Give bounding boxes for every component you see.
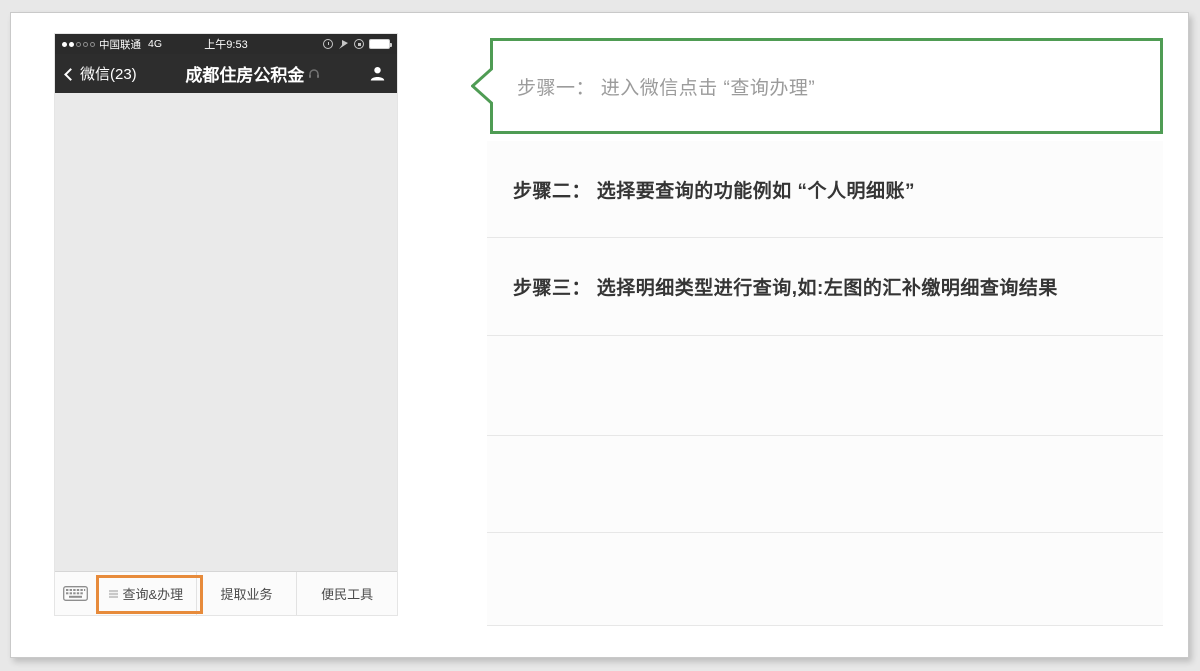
back-label: 微信(23): [80, 66, 137, 83]
bottom-menu-bar: 查询&办理 提取业务 便民工具: [55, 571, 397, 615]
phone-screenshot: 中国联通 4G 上午9:53 微信(23) 成都住房公积金 查询&办理 提取业务…: [55, 34, 397, 615]
menu-item-withdrawal[interactable]: 提取业务: [195, 572, 297, 615]
back-chevron-icon: [64, 67, 77, 81]
menu-item-query-handle[interactable]: 查询&办理: [96, 572, 196, 615]
battery-icon: [369, 39, 392, 49]
empty-row: [487, 533, 1163, 626]
alarm-icon: [323, 39, 333, 49]
empty-row: [487, 436, 1163, 533]
page-title: 成都住房公积金: [137, 61, 369, 86]
menu-item-label: 便民工具: [321, 587, 374, 602]
step-1-text: 步骤一： 进入微信点击 “查询办理”: [517, 77, 816, 99]
clock-time: 上午9:53: [204, 39, 248, 51]
menu-item-tools[interactable]: 便民工具: [296, 572, 397, 615]
step-1-callout: 步骤一： 进入微信点击 “查询办理”: [471, 38, 1163, 134]
keyboard-toggle-button[interactable]: [55, 572, 96, 615]
chat-nav-bar: 微信(23) 成都住房公积金: [55, 54, 397, 93]
menu-item-label: 提取业务: [220, 587, 273, 602]
chat-area: [55, 93, 397, 571]
keyboard-icon: [63, 586, 88, 601]
headset-icon: [309, 68, 320, 78]
menu-grid-icon: [108, 589, 118, 598]
contact-profile-button[interactable]: [369, 65, 386, 82]
step-2-text: 步骤二： 选择要查询的功能例如 “个人明细账”: [513, 180, 916, 202]
step-2-row: 步骤二： 选择要查询的功能例如 “个人明细账”: [487, 141, 1163, 238]
status-bar: 中国联通 4G 上午9:53: [55, 34, 397, 54]
step-3-text: 步骤三： 选择明细类型进行查询,如:左图的汇补缴明细查询结果: [513, 278, 1058, 299]
rotation-lock-icon: [354, 39, 364, 49]
step-3-row: 步骤三： 选择明细类型进行查询,如:左图的汇补缴明细查询结果: [487, 238, 1163, 336]
back-button[interactable]: 微信(23): [64, 63, 137, 84]
empty-row: [487, 336, 1163, 436]
account-name: 成都住房公积金: [185, 66, 305, 85]
menu-item-label: 查询&办理: [122, 587, 184, 602]
steps-list: 步骤二： 选择要查询的功能例如 “个人明细账” 步骤三： 选择明细类型进行查询,…: [487, 141, 1163, 626]
tutorial-card: 中国联通 4G 上午9:53 微信(23) 成都住房公积金 查询&办理 提取业务…: [10, 12, 1189, 658]
